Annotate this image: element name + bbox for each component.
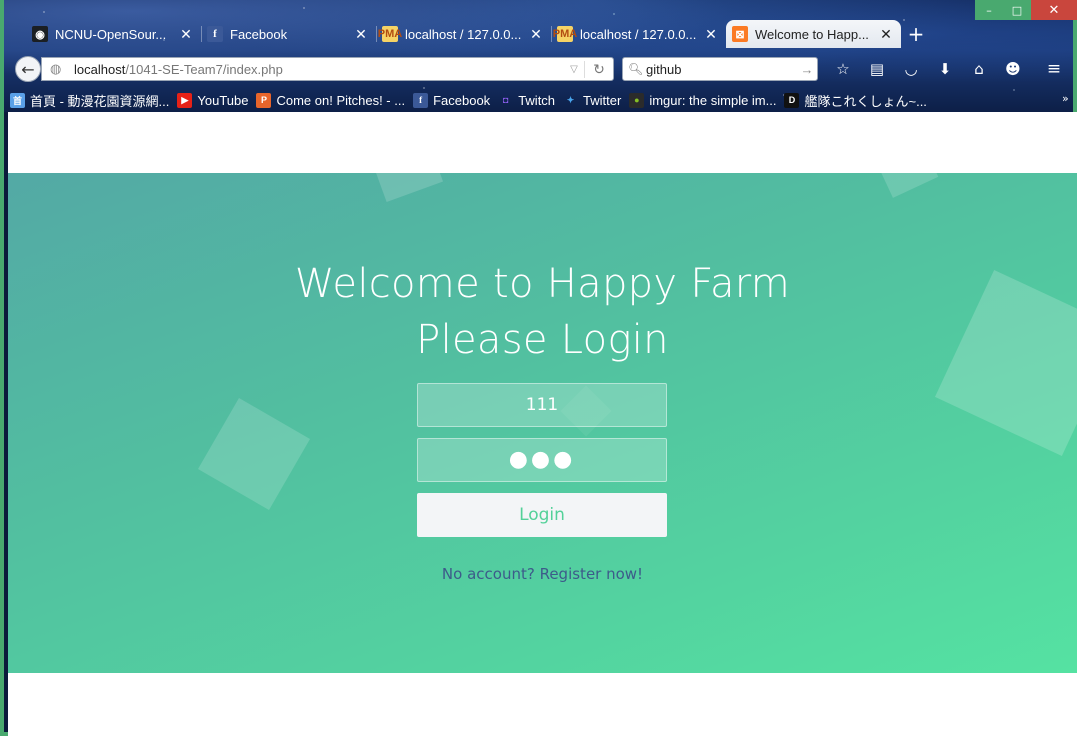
maximize-button[interactable]: □ xyxy=(1003,0,1031,20)
bookmark-label: imgur: the simple im... xyxy=(649,92,777,108)
page-content: Welcome to Happy Farm Please Login 111 ●… xyxy=(8,112,1077,736)
bookmark-dmhy[interactable]: 首 首頁 - 動漫花園資源網... xyxy=(10,91,169,110)
reading-list-icon[interactable]: ▤ xyxy=(860,57,894,81)
username-field[interactable]: 111 xyxy=(417,383,667,427)
decorative-square xyxy=(877,173,939,198)
login-hero: Welcome to Happy Farm Please Login 111 ●… xyxy=(8,173,1077,673)
youtube-icon: ▶ xyxy=(177,92,193,108)
tab-title: localhost / 127.0.0... xyxy=(580,26,697,42)
url-path: /1041-SE-Team7/index.php xyxy=(125,61,283,77)
bookmark-star-icon[interactable]: ☆ xyxy=(826,57,860,81)
reload-icon[interactable]: ↻ xyxy=(584,60,613,78)
facebook-icon: f xyxy=(413,92,429,108)
login-subheading: Please Login xyxy=(416,317,669,363)
window-controls: – □ ✕ xyxy=(975,0,1077,20)
bookmark-label: 首頁 - 動漫花園資源網... xyxy=(30,93,170,109)
dmm-icon: D xyxy=(784,92,800,108)
tab-happy-farm[interactable]: ⊠ Welcome to Happ... ✕ xyxy=(726,20,901,48)
decorative-square xyxy=(372,173,444,203)
bookmark-label: Come on! Pitches! - ... xyxy=(276,92,406,108)
tab-ncnu-opensource[interactable]: ◉ NCNU-OpenSour... ✕ xyxy=(26,20,201,48)
search-bar[interactable]: 🔍︎ github → xyxy=(622,57,818,81)
tab-strip: ◉ NCNU-OpenSour... ✕ f Facebook ✕ PMA lo… xyxy=(26,20,901,48)
phpmyadmin-icon: PMA xyxy=(377,26,403,42)
address-bar[interactable]: ◍ localhost/1041-SE-Team7/index.php ▽ ↻ xyxy=(41,57,614,81)
tab-facebook[interactable]: f Facebook ✕ xyxy=(201,20,376,48)
bookmark-label: Twitch xyxy=(518,92,556,108)
bookmark-label: Twitter xyxy=(583,92,622,108)
bookmark-twitter[interactable]: ✦ Twitter xyxy=(563,92,622,108)
tab-title: localhost / 127.0.0... xyxy=(405,26,522,42)
tab-phpmyadmin-2[interactable]: PMA localhost / 127.0.0... ✕ xyxy=(551,20,726,48)
toolbar-icons: ☆ ▤ ◡ ⬇ ⌂ ☻ xyxy=(826,57,1030,81)
bookmarks-toolbar: 首 首頁 - 動漫花園資源網... ▶ YouTube P Come on! P… xyxy=(10,90,935,110)
pocket-icon[interactable]: ◡ xyxy=(894,57,928,81)
download-icon[interactable]: ⬇ xyxy=(928,57,962,81)
history-dropdown-icon[interactable]: ▽ xyxy=(564,64,584,75)
page-title: Welcome to Happy Farm Please Login xyxy=(8,256,1077,368)
login-button[interactable]: Login xyxy=(417,493,667,537)
twitch-icon: ◘ xyxy=(502,95,509,105)
register-link[interactable]: No account? Register now! xyxy=(8,565,1077,583)
bookmark-label: YouTube xyxy=(197,92,249,108)
tab-title: NCNU-OpenSour... xyxy=(55,26,167,42)
search-go-icon[interactable]: → xyxy=(797,62,817,77)
bookmark-youtube[interactable]: ▶ YouTube xyxy=(177,92,249,108)
search-input[interactable]: github xyxy=(646,62,681,77)
home-icon: 首 xyxy=(10,92,25,108)
bookmark-imgur[interactable]: ● imgur: the simple im... xyxy=(629,92,777,108)
bookmark-facebook[interactable]: f Facebook xyxy=(413,92,491,108)
back-arrow-icon: ← xyxy=(21,59,35,79)
xampp-icon: ⊠ xyxy=(732,26,748,42)
tab-title: Facebook xyxy=(230,26,288,42)
close-tab-icon[interactable]: ✕ xyxy=(879,26,893,43)
minimize-button[interactable]: – xyxy=(975,0,1003,20)
tab-title: Welcome to Happ... xyxy=(755,26,869,42)
back-button[interactable]: ← xyxy=(15,56,41,82)
password-field[interactable]: ●●● xyxy=(417,438,667,482)
search-icon: 🔍︎ xyxy=(628,62,644,76)
navigation-bar: ← ◍ localhost/1041-SE-Team7/index.php ▽ … xyxy=(4,52,1073,86)
bookmark-twitch[interactable]: ◘ Twitch xyxy=(498,93,555,108)
facebook-icon: f xyxy=(207,26,223,42)
bookmark-label: Facebook xyxy=(433,92,491,108)
bookmark-kancolle[interactable]: D 艦隊これくしょん~... xyxy=(784,91,927,110)
browser-chrome: – □ ✕ ◉ NCNU-OpenSour... ✕ f Facebook ✕ … xyxy=(4,0,1077,112)
new-tab-button[interactable]: + xyxy=(904,22,928,46)
phpmyadmin-icon: PMA xyxy=(552,26,578,42)
close-window-button[interactable]: ✕ xyxy=(1031,0,1077,20)
close-tab-icon[interactable]: ✕ xyxy=(354,26,368,43)
browser-window: – □ ✕ ◉ NCNU-OpenSour... ✕ f Facebook ✕ … xyxy=(0,0,1077,736)
imgur-icon: ● xyxy=(629,92,645,108)
welcome-heading: Welcome to Happy Farm xyxy=(294,261,791,307)
home-icon[interactable]: ⌂ xyxy=(962,57,996,81)
close-tab-icon[interactable]: ✕ xyxy=(704,26,718,43)
bookmarks-overflow-button[interactable]: » xyxy=(1062,92,1069,105)
tab-phpmyadmin-1[interactable]: PMA localhost / 127.0.0... ✕ xyxy=(376,20,551,48)
smiley-icon[interactable]: ☻ xyxy=(996,57,1030,81)
hamburger-menu-icon[interactable]: ≡ xyxy=(1039,57,1069,81)
url-host: localhost xyxy=(74,61,126,77)
decorative-square xyxy=(197,397,311,511)
twitter-icon: ✦ xyxy=(566,94,575,105)
bookmark-label: 艦隊これくしょん~... xyxy=(804,93,927,109)
pitches-icon: P xyxy=(256,92,272,108)
close-tab-icon[interactable]: ✕ xyxy=(179,26,193,43)
site-identity-icon[interactable]: ◍ xyxy=(50,61,66,77)
github-icon: ◉ xyxy=(32,26,48,42)
close-tab-icon[interactable]: ✕ xyxy=(529,26,543,43)
bookmark-pitches[interactable]: P Come on! Pitches! - ... xyxy=(256,92,406,108)
